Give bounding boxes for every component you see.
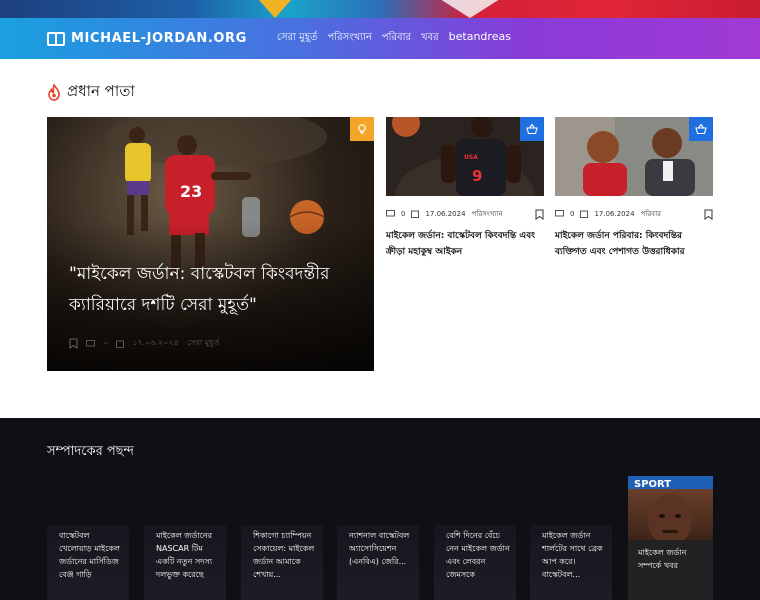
editors-picks-section: সম্পাদকের পছন্দ বাস্কেটবল খেলোয়াড় মাইক… bbox=[0, 418, 760, 600]
hero-article[interactable]: 23 "মাইকেল জর্ডান: বাস্কেটবল কিংবদন্তীর … bbox=[47, 117, 374, 371]
pick-photo-caption: SPORT bbox=[634, 479, 671, 490]
nav-item-betandreas[interactable]: betandreas bbox=[449, 30, 511, 47]
nav-item-family[interactable]: পরিবার bbox=[382, 30, 411, 47]
editors-picks-title: সম্পাদকের পছন্দ bbox=[47, 444, 134, 459]
page-title: প্রধান পাতা bbox=[67, 82, 135, 100]
comment-icon bbox=[86, 339, 95, 346]
svg-text:9: 9 bbox=[472, 167, 482, 185]
bookmark-icon[interactable] bbox=[704, 209, 713, 220]
site-name: MICHAEL-JORDAN.ORG bbox=[71, 31, 247, 46]
card-category[interactable]: পরিবার bbox=[641, 208, 661, 220]
bookmark-icon[interactable] bbox=[535, 209, 544, 220]
card-title[interactable]: মাইকেল জর্ডান: বাস্কেটবল কিংবদন্তি এবং ক… bbox=[386, 228, 544, 260]
card-comments: 0 bbox=[570, 210, 575, 218]
article-card[interactable]: USA 9 0 17.06.2024 পরিসংখ্যান মাইকেল জর্… bbox=[386, 117, 544, 260]
card-comments: 0 bbox=[401, 210, 406, 218]
category-badge bbox=[520, 117, 544, 141]
hero-date: ১৭.০৬.২০২৪ bbox=[132, 338, 179, 347]
nav-item-highlights[interactable]: সেরা মুহূর্ত bbox=[277, 30, 318, 47]
comment-icon bbox=[555, 210, 564, 217]
site-header: MICHAEL-JORDAN.ORG সেরা মুহূর্ত পরিসংখ্য… bbox=[0, 18, 760, 59]
pick-item[interactable]: মাইকেল জর্ডান শার্লটের সাথে ব্রেক আপ করে… bbox=[530, 525, 612, 600]
pick-item[interactable]: মাইকেল জর্ডানের NASCAR টিম একটি নতুন সদস… bbox=[144, 525, 226, 600]
featured-badge bbox=[350, 117, 374, 141]
nav-item-stats[interactable]: পরিসংখ্যান bbox=[327, 30, 371, 47]
site-logo[interactable]: MICHAEL-JORDAN.ORG bbox=[47, 31, 247, 46]
nav-item-news[interactable]: খবর bbox=[421, 30, 439, 47]
svg-text:23: 23 bbox=[180, 182, 202, 201]
bulb-icon bbox=[358, 124, 366, 134]
category-badge bbox=[689, 117, 713, 141]
calendar-icon bbox=[411, 210, 420, 218]
book-icon bbox=[47, 31, 65, 46]
pick-item[interactable]: ন্যাশনাল বাস্কেটবল অ্যাসোসিয়েশন (এনবিএ)… bbox=[337, 525, 419, 600]
pick-item-label[interactable]: মাইকেল জর্ডান সম্পর্কে খবর bbox=[628, 540, 713, 572]
card-meta: 0 17.06.2024 পরিবার bbox=[555, 208, 713, 220]
card-date: 17.06.2024 bbox=[425, 210, 466, 218]
bookmark-icon[interactable] bbox=[69, 338, 78, 349]
pick-item[interactable]: বাস্কেটবল খেলোয়াড় মাইকেল জর্ডানের মার্… bbox=[47, 525, 129, 600]
hero-meta: ০ ১৭.০৬.২০২৪ সেরা মুহূর্ত bbox=[69, 337, 219, 350]
main-nav: সেরা মুহূর্ত পরিসংখ্যান পরিবার খবর betan… bbox=[277, 30, 511, 47]
pick-item[interactable]: শিকাগো চ্যাম্পিয়ন সেকায়েল: মাইকেল জর্ড… bbox=[241, 525, 323, 600]
hero-comments: ০ bbox=[103, 338, 109, 347]
pick-item-featured[interactable]: SPORT মাইকেল জর্ডান সম্পর্কে খবর bbox=[628, 476, 713, 600]
card-category[interactable]: পরিসংখ্যান bbox=[472, 208, 503, 220]
calendar-icon bbox=[580, 210, 589, 218]
calendar-icon bbox=[116, 340, 125, 348]
comment-icon bbox=[386, 210, 395, 217]
section-header: প্রধান পাতা bbox=[47, 80, 135, 105]
svg-text:USA: USA bbox=[464, 154, 478, 161]
card-date: 17.06.2024 bbox=[594, 210, 635, 218]
basket-icon bbox=[526, 123, 538, 135]
top-decor-strip bbox=[0, 0, 760, 18]
pick-item[interactable]: বেশি দিনের বেঁচে নেন মাইকেল জর্ডান এবং ল… bbox=[434, 525, 516, 600]
article-card[interactable]: 0 17.06.2024 পরিবার মাইকেল জর্ডান পরিবার… bbox=[555, 117, 713, 260]
pick-photo: SPORT bbox=[628, 476, 713, 540]
hero-title[interactable]: "মাইকেল জর্ডান: বাস্কেটবল কিংবদন্তীর ক্য… bbox=[69, 259, 359, 321]
basket-icon bbox=[695, 123, 707, 135]
hero-category[interactable]: সেরা মুহূর্ত bbox=[187, 337, 219, 350]
pick-image: SPORT bbox=[634, 479, 692, 540]
card-thumbnail[interactable]: USA 9 bbox=[386, 117, 544, 196]
card-thumbnail[interactable] bbox=[555, 117, 713, 196]
card-meta: 0 17.06.2024 পরিসংখ্যান bbox=[386, 208, 544, 220]
card-title[interactable]: মাইকেল জর্ডান পরিবার: কিংবদন্তির ব্যক্তি… bbox=[555, 228, 713, 260]
fire-icon bbox=[48, 84, 60, 101]
